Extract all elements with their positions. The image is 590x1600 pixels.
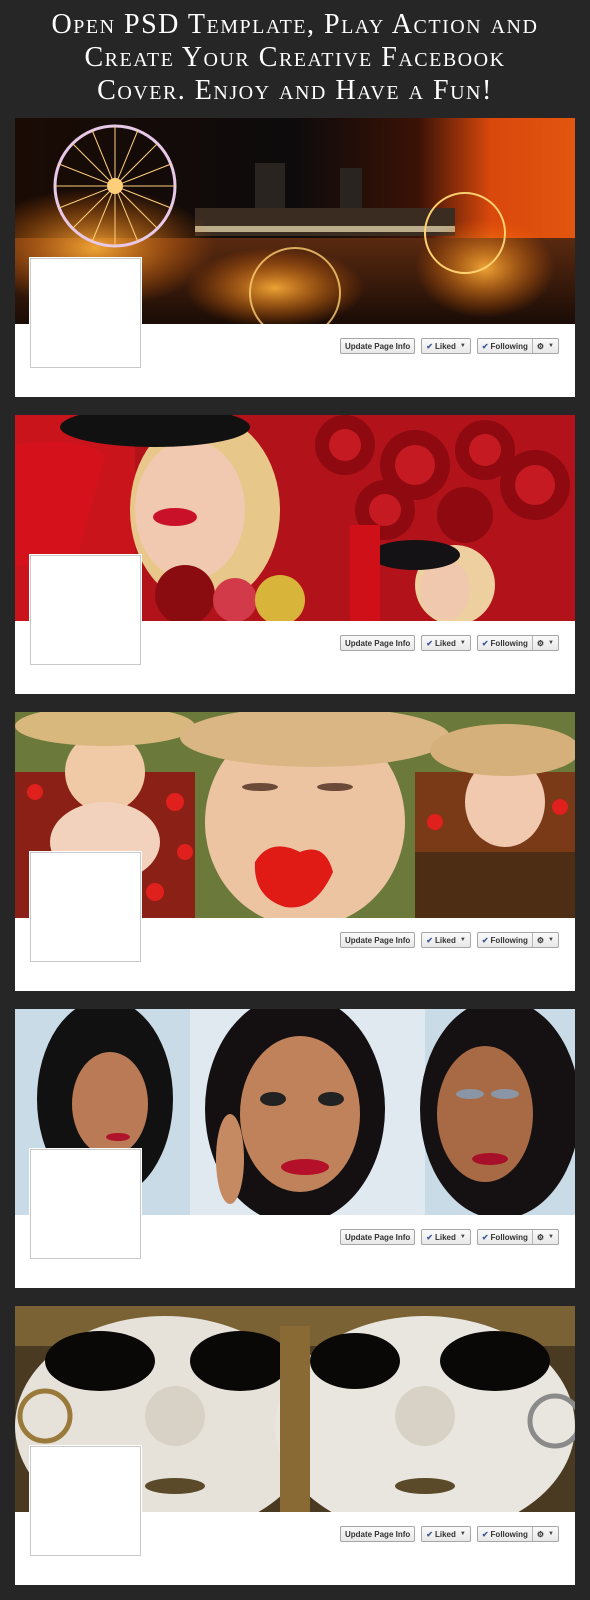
update-page-info-button[interactable]: Update Page Info xyxy=(339,338,416,354)
headline-line-1: Open PSD Template, Play Action and xyxy=(51,9,539,40)
profile-picture-placeholder[interactable] xyxy=(30,852,141,962)
caret-down-icon: ▼ xyxy=(459,640,466,646)
liked-label: Liked xyxy=(434,638,456,648)
update-label: Update Page Info xyxy=(344,341,411,351)
profile-picture-placeholder[interactable] xyxy=(30,258,141,368)
action-buttons: Update Page Info ✔ Liked ▼ ✔ Following ⚙ ▼ xyxy=(339,1526,559,1542)
caret-down-icon: ▼ xyxy=(459,1234,466,1240)
check-icon: ✔ xyxy=(426,341,433,351)
cover-panel-3: Update Page Info ✔ Liked ▼ ✔ Following ⚙ ▼ xyxy=(15,712,575,991)
caret-down-icon: ▼ xyxy=(548,640,554,646)
cover-panel-2: Update Page Info ✔ Liked ▼ ✔ Following ⚙ ▼ xyxy=(15,415,575,694)
cover-panel-4: Update Page Info ✔ Liked ▼ ✔ Following ⚙ ▼ xyxy=(15,1009,575,1288)
profile-picture-placeholder[interactable] xyxy=(30,1446,141,1556)
update-label: Update Page Info xyxy=(344,1529,411,1539)
following-label: Following xyxy=(490,341,528,351)
update-page-info-button[interactable]: Update Page Info xyxy=(339,635,416,651)
caret-down-icon: ▼ xyxy=(459,343,466,349)
following-button[interactable]: ✔ Following ⚙ ▼ xyxy=(476,1526,559,1542)
caret-down-icon: ▼ xyxy=(548,937,554,943)
update-page-info-button[interactable]: Update Page Info xyxy=(339,1229,416,1245)
check-icon: ✔ xyxy=(481,935,489,945)
gear-glyph: ⚙ xyxy=(536,1529,545,1539)
profile-picture-placeholder[interactable] xyxy=(30,1149,141,1259)
check-icon: ✔ xyxy=(481,341,489,351)
action-buttons: Update Page Info ✔ Liked ▼ ✔ Following ⚙ ▼ xyxy=(339,932,559,948)
gear-icon[interactable]: ⚙ ▼ xyxy=(531,1527,558,1541)
caret-down-icon: ▼ xyxy=(548,1234,554,1240)
update-label: Update Page Info xyxy=(344,1232,411,1242)
following-label: Following xyxy=(490,935,528,945)
check-icon: ✔ xyxy=(481,1232,489,1242)
update-page-info-button[interactable]: Update Page Info xyxy=(339,1526,416,1542)
gear-glyph: ⚙ xyxy=(536,935,545,945)
liked-button[interactable]: ✔ Liked ▼ xyxy=(421,1526,471,1542)
update-label: Update Page Info xyxy=(344,638,411,648)
check-icon: ✔ xyxy=(426,638,433,648)
cover-panel-1: Update Page Info ✔ Liked ▼ ✔ Following ⚙ ▼ xyxy=(15,118,575,397)
headline: Open PSD Template, Play Action and Creat… xyxy=(0,8,590,112)
gear-icon[interactable]: ⚙ ▼ xyxy=(531,339,558,353)
gear-glyph: ⚙ xyxy=(536,1232,545,1242)
cover-panel-5: Update Page Info ✔ Liked ▼ ✔ Following ⚙ ▼ xyxy=(15,1306,575,1585)
update-label: Update Page Info xyxy=(344,935,411,945)
caret-down-icon: ▼ xyxy=(548,343,554,349)
following-button[interactable]: ✔ Following ⚙ ▼ xyxy=(476,932,559,948)
liked-button[interactable]: ✔ Liked ▼ xyxy=(421,338,471,354)
action-buttons: Update Page Info ✔ Liked ▼ ✔ Following ⚙ ▼ xyxy=(339,1229,559,1245)
gear-glyph: ⚙ xyxy=(536,341,545,351)
check-icon: ✔ xyxy=(481,1529,489,1539)
check-icon: ✔ xyxy=(426,1529,433,1539)
check-icon: ✔ xyxy=(426,1232,433,1242)
liked-label: Liked xyxy=(434,341,456,351)
action-buttons: Update Page Info ✔ Liked ▼ ✔ Following ⚙ ▼ xyxy=(339,338,559,354)
gear-icon[interactable]: ⚙ ▼ xyxy=(531,636,558,650)
caret-down-icon: ▼ xyxy=(548,1531,554,1537)
liked-button[interactable]: ✔ Liked ▼ xyxy=(421,635,471,651)
caret-down-icon: ▼ xyxy=(459,1531,466,1537)
following-button[interactable]: ✔ Following ⚙ ▼ xyxy=(476,635,559,651)
action-buttons: Update Page Info ✔ Liked ▼ ✔ Following ⚙ ▼ xyxy=(339,635,559,651)
following-label: Following xyxy=(490,1529,528,1539)
gear-icon[interactable]: ⚙ ▼ xyxy=(531,1230,558,1244)
gear-glyph: ⚙ xyxy=(536,638,545,648)
caret-down-icon: ▼ xyxy=(459,937,466,943)
liked-button[interactable]: ✔ Liked ▼ xyxy=(421,1229,471,1245)
headline-line-2: Create Your Creative Facebook xyxy=(84,42,506,73)
check-icon: ✔ xyxy=(426,935,433,945)
liked-label: Liked xyxy=(434,1529,456,1539)
following-label: Following xyxy=(490,1232,528,1242)
gear-icon[interactable]: ⚙ ▼ xyxy=(531,933,558,947)
liked-label: Liked xyxy=(434,1232,456,1242)
check-icon: ✔ xyxy=(481,638,489,648)
liked-button[interactable]: ✔ Liked ▼ xyxy=(421,932,471,948)
following-label: Following xyxy=(490,638,528,648)
headline-line-3: Cover. Enjoy and Have a Fun! xyxy=(97,75,493,106)
liked-label: Liked xyxy=(434,935,456,945)
update-page-info-button[interactable]: Update Page Info xyxy=(339,932,416,948)
following-button[interactable]: ✔ Following ⚙ ▼ xyxy=(476,1229,559,1245)
following-button[interactable]: ✔ Following ⚙ ▼ xyxy=(476,338,559,354)
profile-picture-placeholder[interactable] xyxy=(30,555,141,665)
